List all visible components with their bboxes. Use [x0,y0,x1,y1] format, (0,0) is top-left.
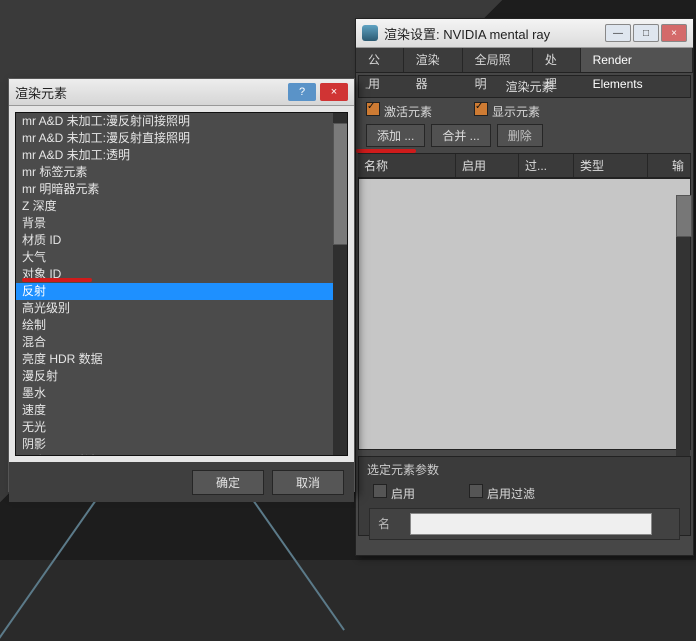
list-item[interactable]: 绘制 [16,317,347,334]
list-item[interactable]: Z 深度 [16,198,347,215]
group-header[interactable]: - 渲染元素 [358,75,691,98]
list-item[interactable]: 速度 [16,402,347,419]
enable-checkbox[interactable]: 启用 [373,484,415,502]
dialog-close-button[interactable]: × [320,83,348,101]
merge-button[interactable]: 合并 ... [431,124,490,147]
render-setup-window: 渲染设置: NVIDIA mental ray — □ × 公用 渲染器 全局照… [355,18,694,556]
selected-params-title: 选定元素参数 [359,457,690,482]
enable-filter-label: 启用过滤 [487,487,535,501]
element-type-list[interactable]: mr A&D 未加工:漫反射间接照明mr A&D 未加工:漫反射直接照明mr A… [15,112,348,456]
list-item[interactable]: mr A&D 未加工:漫反射间接照明 [16,113,347,130]
list-item[interactable]: 照度 HDR 数据 [16,453,347,456]
dialog-title: 渲染元素 [15,83,288,102]
window-buttons: — □ × [605,24,687,42]
group-title: 渲染元素 [375,78,684,95]
collapse-icon: - [365,80,369,94]
list-item[interactable]: 亮度 HDR 数据 [16,351,347,368]
list-item[interactable]: 大气 [16,249,347,266]
list-item[interactable]: 反射 [16,283,347,300]
checkbox-icon [373,484,387,498]
output-label: 名 [378,515,390,532]
scrollbar-thumb[interactable] [333,123,348,245]
delete-button[interactable]: 删除 [497,124,543,147]
scrollbar-thumb[interactable] [676,195,692,237]
checkbox-icon [474,102,488,116]
dialog-titlebar[interactable]: 渲染元素 ? × [9,79,354,106]
activate-elements-label: 激活元素 [384,105,432,119]
display-elements-checkbox[interactable]: 显示元素 [474,102,540,120]
checkbox-icon [366,102,380,116]
tab-processing[interactable]: 处理 [533,48,581,72]
cancel-button[interactable]: 取消 [272,470,344,495]
list-item[interactable]: 无光 [16,419,347,436]
list-item[interactable]: mr 明暗器元素 [16,181,347,198]
buttons-row: 添加 ... 合并 ... 删除 [356,122,693,149]
help-button[interactable]: ? [288,83,316,101]
minimize-button[interactable]: — [605,24,631,42]
ok-button[interactable]: 确定 [192,470,264,495]
output-group: 名 [369,508,680,540]
list-item[interactable]: mr A&D 未加工:透明 [16,147,347,164]
header-type[interactable]: 类型 [574,154,648,177]
header-output[interactable]: 输 [648,154,691,177]
output-path-input[interactable] [410,513,652,535]
list-scrollbar[interactable] [333,113,347,455]
tab-renderer[interactable]: 渲染器 [404,48,463,72]
selected-element-params: 选定元素参数 启用 启用过滤 名 [358,456,691,536]
annotation-mark [356,149,416,153]
tab-common[interactable]: 公用 [356,48,404,72]
list-item[interactable]: 漫反射 [16,368,347,385]
render-setup-title: 渲染设置: NVIDIA mental ray [384,24,605,43]
dialog-buttons: 确定 取消 [9,462,354,502]
list-item[interactable]: 阴影 [16,436,347,453]
app-icon [362,25,378,41]
list-item[interactable]: 材质 ID [16,232,347,249]
render-setup-titlebar[interactable]: 渲染设置: NVIDIA mental ray — □ × [356,19,693,48]
enable-label: 启用 [391,487,415,501]
render-elements-dialog: 渲染元素 ? × mr A&D 未加工:漫反射间接照明mr A&D 未加工:漫反… [8,78,355,492]
checkbox-icon [469,484,483,498]
list-item[interactable]: mr 标签元素 [16,164,347,181]
activate-elements-checkbox[interactable]: 激活元素 [366,102,432,120]
maximize-button[interactable]: □ [633,24,659,42]
enable-filter-checkbox[interactable]: 启用过滤 [469,484,535,502]
render-setup-tabs: 公用 渲染器 全局照明 处理 Render Elements [356,48,693,73]
annotation-mark [22,278,92,282]
close-button[interactable]: × [661,24,687,42]
list-item[interactable]: 背景 [16,215,347,232]
element-list-scrollbar[interactable] [676,195,690,465]
tab-render-elements[interactable]: Render Elements [581,48,693,72]
checkbox-row: 激活元素 显示元素 [356,100,693,122]
dialog-window-buttons: ? × [288,83,348,101]
render-elements-panel: - 渲染元素 激活元素 显示元素 添加 ... 合并 ... 删除 名称 启用 … [356,73,693,555]
list-item[interactable]: mr A&D 未加工:漫反射直接照明 [16,130,347,147]
add-button[interactable]: 添加 ... [366,124,425,147]
list-item[interactable]: 混合 [16,334,347,351]
header-name[interactable]: 名称 [358,154,456,177]
element-list-header: 名称 启用 过... 类型 输 [358,153,691,178]
list-item[interactable]: 高光级别 [16,300,347,317]
element-list-body[interactable] [358,178,691,450]
list-item[interactable]: 墨水 [16,385,347,402]
tab-global-illum[interactable]: 全局照明 [463,48,533,72]
header-enable[interactable]: 启用 [456,154,519,177]
header-filter[interactable]: 过... [519,154,574,177]
display-elements-label: 显示元素 [492,105,540,119]
